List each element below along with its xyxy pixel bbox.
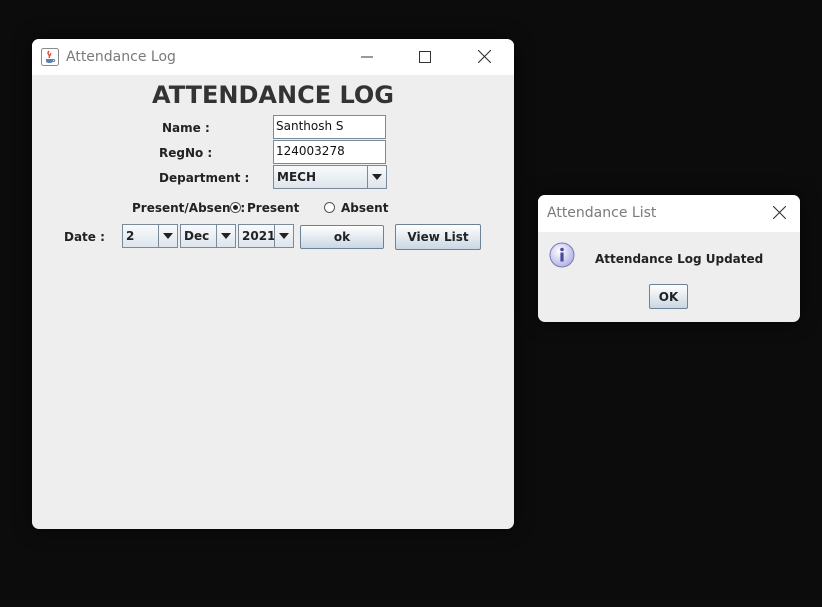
absent-label[interactable]: Absent [341,201,388,215]
present-radio[interactable] [230,202,241,213]
date-label: Date : [64,230,105,244]
page-heading: ATTENDANCE LOG [152,81,394,109]
month-select[interactable]: Dec [180,224,236,248]
window-title: Attendance Log [66,49,176,65]
ok-button[interactable]: ok [300,225,384,249]
year-value: 2021 [242,229,276,243]
chevron-down-icon[interactable] [216,225,235,247]
maximize-button[interactable] [402,39,448,75]
regno-label: RegNo : [159,146,213,160]
minimize-icon [361,48,373,67]
close-icon [477,48,491,67]
dialog-message: Attendance Log Updated [595,252,764,266]
maximize-icon [419,48,431,67]
day-value: 2 [126,229,135,243]
java-app-icon [41,48,59,66]
day-select[interactable]: 2 [122,224,178,248]
regno-field[interactable]: 124003278 [273,140,386,164]
absent-radio[interactable] [324,202,335,213]
view-list-button[interactable]: View List [395,224,481,250]
close-button[interactable] [461,39,507,75]
dialog-close-button[interactable] [756,195,800,232]
close-icon [772,204,786,223]
title-bar[interactable]: Attendance Log [32,39,514,75]
name-field[interactable]: Santhosh S [273,115,386,139]
attendance-list-dialog: Attendance List Attendance Log Updated O… [538,195,800,322]
month-value: Dec [184,229,210,243]
dialog-ok-button[interactable]: OK [649,284,688,309]
info-icon [548,241,576,269]
department-label: Department : [159,171,250,185]
chevron-down-icon[interactable] [274,225,293,247]
department-select[interactable]: MECH [273,165,387,189]
minimize-button[interactable] [344,39,390,75]
chevron-down-icon[interactable] [158,225,177,247]
year-select[interactable]: 2021 [238,224,294,248]
chevron-down-icon[interactable] [367,166,386,188]
dialog-title: Attendance List [547,205,657,221]
present-label[interactable]: Present [247,201,299,215]
dialog-title-bar[interactable]: Attendance List [538,195,800,232]
name-label: Name : [162,121,210,135]
status-label: Present/Absent : [132,201,246,215]
department-value: MECH [277,170,316,184]
attendance-log-window: Attendance Log ATTENDANCE LOG Name : San… [32,39,514,529]
